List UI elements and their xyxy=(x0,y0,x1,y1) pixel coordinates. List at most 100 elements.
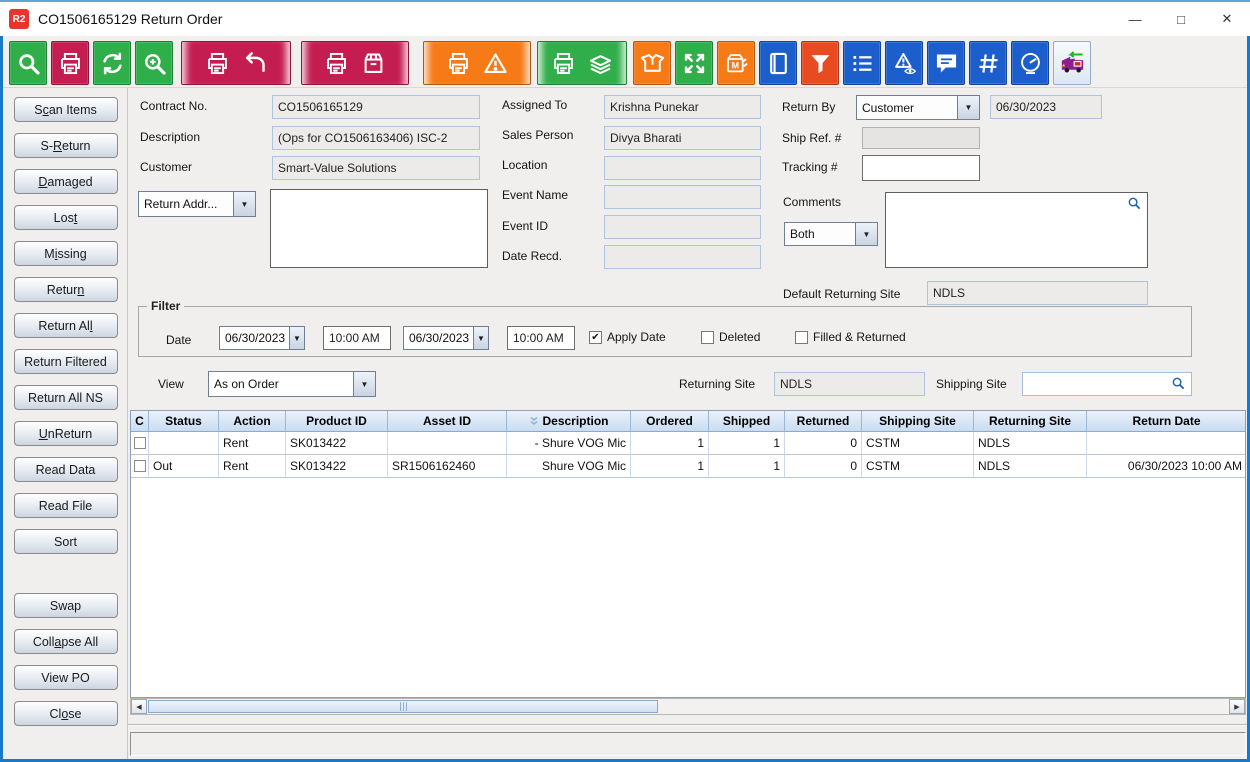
item-list-button[interactable] xyxy=(843,41,881,85)
location-field[interactable] xyxy=(604,156,761,180)
returning-site-field[interactable]: NDLS xyxy=(774,372,925,396)
ship-ref-field[interactable] xyxy=(862,127,980,149)
comments-box[interactable] xyxy=(885,192,1148,268)
return-truck-button[interactable] xyxy=(1053,41,1091,85)
print-undo-button[interactable] xyxy=(181,41,291,85)
filter-from-time-field[interactable]: 10:00 AM xyxy=(323,326,391,350)
print-package-button[interactable] xyxy=(301,41,409,85)
maximize-button[interactable]: □ xyxy=(1158,2,1204,36)
shipping-site-field[interactable] xyxy=(1022,372,1192,396)
chevron-down-icon[interactable]: ▼ xyxy=(354,371,376,397)
package-m-button[interactable]: M xyxy=(717,41,755,85)
filter-to-time-field[interactable]: 10:00 AM xyxy=(507,326,575,350)
cell-return-date[interactable]: 06/30/2023 10:00 AM xyxy=(1087,455,1246,478)
return-date-field[interactable]: 06/30/2023 xyxy=(990,95,1102,119)
view-combo[interactable]: As on Order ▼ xyxy=(208,371,376,397)
sidebar-button-return-all[interactable]: Return All xyxy=(14,313,118,338)
chevron-down-icon[interactable]: ▼ xyxy=(290,326,305,350)
view-exceptions-button[interactable] xyxy=(885,41,923,85)
expand-all-button[interactable] xyxy=(675,41,713,85)
cell-shipping-site[interactable]: CSTM xyxy=(862,455,974,478)
cell-action[interactable]: Rent xyxy=(219,432,286,455)
row-checkbox[interactable] xyxy=(134,437,146,449)
tracking-input[interactable] xyxy=(862,155,980,181)
cell-returning-site[interactable]: NDLS xyxy=(974,455,1087,478)
sidebar-button-read-data[interactable]: Read Data xyxy=(14,457,118,482)
open-package-button[interactable] xyxy=(633,41,671,85)
scroll-right-icon[interactable]: ▶ xyxy=(1229,699,1245,714)
unchecked-checkbox-icon[interactable] xyxy=(701,331,714,344)
sidebar-button-read-file[interactable]: Read File xyxy=(14,493,118,518)
column-header-return-date[interactable]: Return Date xyxy=(1087,411,1246,432)
cell-ordered[interactable]: 1 xyxy=(631,432,709,455)
cell-description[interactable]: Shure VOG Mic xyxy=(507,455,631,478)
zoom-in-button[interactable] xyxy=(135,41,173,85)
sidebar-button-lost[interactable]: Lost xyxy=(14,205,118,230)
cell-asset-id[interactable] xyxy=(388,432,507,455)
catalog-book-button[interactable] xyxy=(759,41,797,85)
filter-checkbox-deleted[interactable]: Deleted xyxy=(701,330,760,344)
sidebar-button-scan-items[interactable]: Scan Items xyxy=(14,97,118,122)
contract-no-field[interactable]: CO1506165129 xyxy=(272,95,480,119)
print-button[interactable] xyxy=(51,41,89,85)
sidebar-button-sort[interactable]: Sort xyxy=(14,529,118,554)
sidebar-button-collapse-all[interactable]: Collapse All xyxy=(14,629,118,654)
return-by-combo[interactable]: Customer ▼ xyxy=(856,95,980,120)
close-button[interactable]: ✕ xyxy=(1204,2,1250,36)
table-row[interactable]: RentSK013422- Shure VOG Mic110CSTMNDLS xyxy=(131,432,1245,455)
checked-checkbox-icon[interactable]: ✔ xyxy=(589,331,602,344)
cell-returning-site[interactable]: NDLS xyxy=(974,432,1087,455)
filter-from-date-combo[interactable]: 06/30/2023 ▼ xyxy=(219,326,305,350)
refresh-button[interactable] xyxy=(93,41,131,85)
chevron-down-icon[interactable]: ▼ xyxy=(474,326,489,350)
scrollbar-thumb[interactable] xyxy=(148,700,658,713)
date-recd-field[interactable] xyxy=(604,245,761,269)
scroll-left-icon[interactable]: ◀ xyxy=(131,699,147,714)
sidebar-button-return-filtered[interactable]: Return Filtered xyxy=(14,349,118,374)
column-header-shipped[interactable]: Shipped xyxy=(709,411,785,432)
sidebar-button-return[interactable]: Return xyxy=(14,277,118,302)
filter-checkbox-filled-returned[interactable]: Filled & Returned xyxy=(795,330,906,344)
column-header-returning-site[interactable]: Returning Site xyxy=(974,411,1087,432)
sidebar-button-view-po[interactable]: View PO xyxy=(14,665,118,690)
search-icon[interactable] xyxy=(1127,196,1142,211)
column-header-asset-id[interactable]: Asset ID xyxy=(388,411,507,432)
event-id-field[interactable] xyxy=(604,215,761,239)
assigned-to-field[interactable]: Krishna Punekar xyxy=(604,95,761,119)
column-header-product-id[interactable]: Product ID xyxy=(286,411,388,432)
sidebar-button-swap[interactable]: Swap xyxy=(14,593,118,618)
row-checkbox[interactable] xyxy=(134,460,146,472)
sidebar-button-close[interactable]: Close xyxy=(14,701,118,726)
search-button[interactable] xyxy=(9,41,47,85)
print-warning-button[interactable] xyxy=(423,41,531,85)
cell-product-id[interactable]: SK013422 xyxy=(286,455,388,478)
cell-returned[interactable]: 0 xyxy=(785,455,862,478)
cell-shipped[interactable]: 1 xyxy=(709,432,785,455)
sidebar-button-s-return[interactable]: S-Return xyxy=(14,133,118,158)
customer-field[interactable]: Smart-Value Solutions xyxy=(272,156,480,180)
column-header-shipping-site[interactable]: Shipping Site xyxy=(862,411,974,432)
chevron-down-icon[interactable]: ▼ xyxy=(234,191,256,217)
sidebar-button-return-all-ns[interactable]: Return All NS xyxy=(14,385,118,410)
table-row[interactable]: OutRentSK013422SR1506162460Shure VOG Mic… xyxy=(131,455,1245,478)
default-returning-site-field[interactable]: NDLS xyxy=(927,281,1148,305)
filter-button[interactable] xyxy=(801,41,839,85)
cell-returned[interactable]: 0 xyxy=(785,432,862,455)
filter-to-date-combo[interactable]: 06/30/2023 ▼ xyxy=(403,326,489,350)
chevron-down-icon[interactable]: ▼ xyxy=(958,95,980,120)
cell-description[interactable]: - Shure VOG Mic xyxy=(507,432,631,455)
column-header-action[interactable]: Action xyxy=(219,411,286,432)
filter-checkbox-apply-date[interactable]: ✔Apply Date xyxy=(589,330,666,344)
return-address-box[interactable] xyxy=(270,189,488,268)
cell-shipping-site[interactable]: CSTM xyxy=(862,432,974,455)
event-name-field[interactable] xyxy=(604,185,761,209)
search-icon[interactable] xyxy=(1171,376,1186,391)
chevron-down-icon[interactable]: ▼ xyxy=(856,222,878,246)
cell-action[interactable]: Rent xyxy=(219,455,286,478)
column-header-status[interactable]: Status xyxy=(149,411,219,432)
cell-status[interactable]: Out xyxy=(149,455,219,478)
return-addr-combo[interactable]: Return Addr... ▼ xyxy=(138,191,256,217)
minimize-button[interactable]: — xyxy=(1112,2,1158,36)
cell-status[interactable] xyxy=(149,432,219,455)
cell-product-id[interactable]: SK013422 xyxy=(286,432,388,455)
